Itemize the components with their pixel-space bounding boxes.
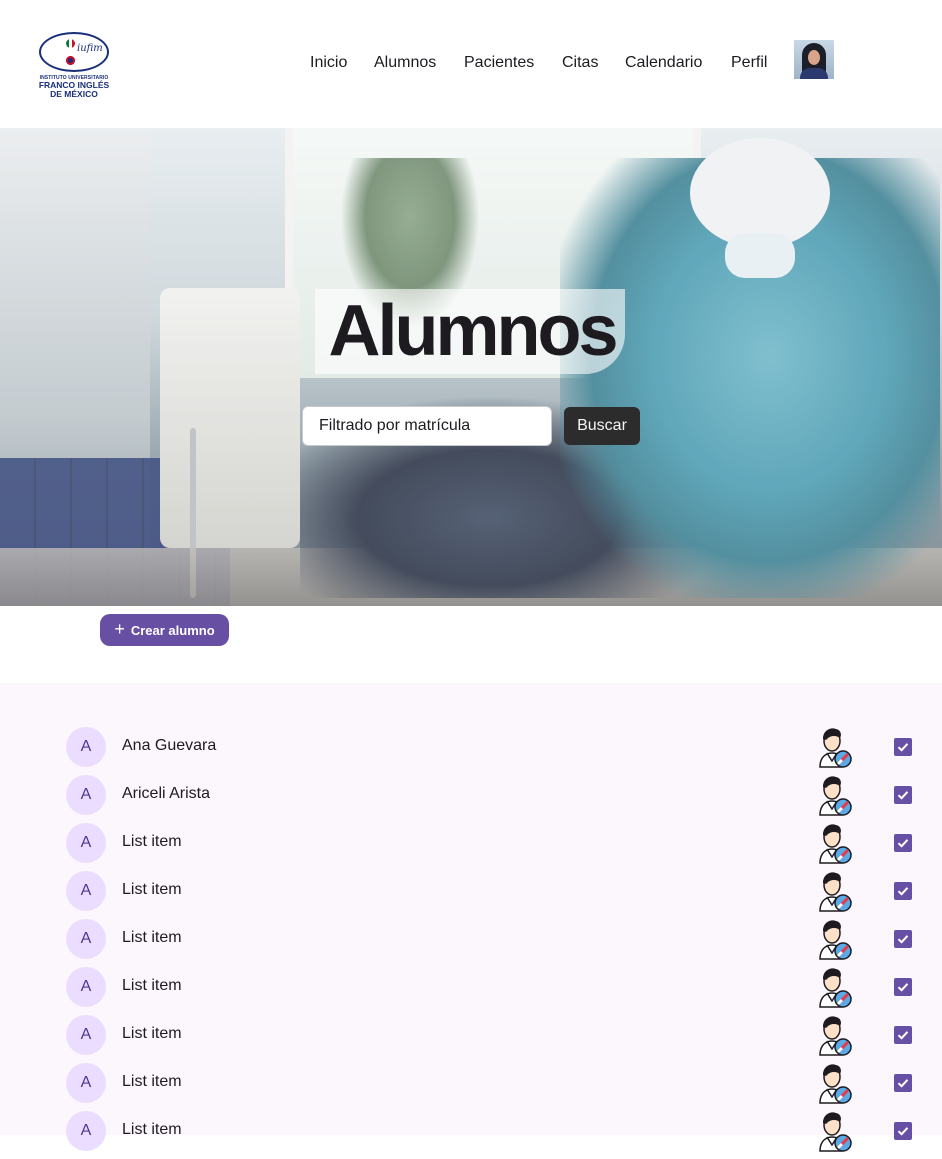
logo-script: iufim xyxy=(77,43,103,54)
check-icon xyxy=(897,935,909,944)
check-icon xyxy=(897,1127,909,1136)
list-item-avatar: A xyxy=(66,727,106,767)
list-item-checkbox[interactable] xyxy=(894,930,912,948)
nav-citas[interactable]: Citas xyxy=(562,54,598,72)
uk-flag-icon xyxy=(66,56,75,65)
list-item[interactable]: A List item xyxy=(0,871,942,919)
student-edit-icon[interactable] xyxy=(814,917,854,961)
student-edit-icon[interactable] xyxy=(814,869,854,913)
nav-perfil[interactable]: Perfil xyxy=(731,54,767,72)
student-edit-icon[interactable] xyxy=(814,965,854,1009)
list-item[interactable]: A List item xyxy=(0,1015,942,1063)
list-item-avatar: A xyxy=(66,871,106,911)
student-edit-icon[interactable] xyxy=(814,1061,854,1105)
student-edit-icon[interactable] xyxy=(814,1109,854,1153)
student-edit-icon[interactable] xyxy=(814,821,854,865)
create-student-button[interactable]: + Crear alumno xyxy=(100,614,229,646)
list-item-checkbox[interactable] xyxy=(894,1026,912,1044)
student-edit-icon[interactable] xyxy=(814,1013,854,1057)
mexico-flag-icon xyxy=(66,39,75,48)
check-icon xyxy=(897,839,909,848)
iufim-logo[interactable]: iufim INSTITUTO UNIVERSITARIO FRANCO ING… xyxy=(34,30,114,100)
logo-line-2: DE MÉXICO xyxy=(50,89,98,99)
search-input[interactable] xyxy=(302,406,552,446)
top-header: iufim INSTITUTO UNIVERSITARIO FRANCO ING… xyxy=(0,0,942,128)
nav-pacientes[interactable]: Pacientes xyxy=(464,54,534,72)
list-item-avatar: A xyxy=(66,1015,106,1055)
list-item-avatar: A xyxy=(66,1063,106,1103)
list-item-label: List item xyxy=(122,833,182,850)
student-edit-icon[interactable] xyxy=(814,725,854,769)
list-item-checkbox[interactable] xyxy=(894,882,912,900)
list-item[interactable]: A Ariceli Arista xyxy=(0,775,942,823)
user-avatar[interactable] xyxy=(794,40,834,79)
student-edit-icon[interactable] xyxy=(814,773,854,817)
list-item[interactable]: A List item xyxy=(0,919,942,967)
list-item[interactable]: A List item xyxy=(0,1111,942,1159)
list-item-label: Ariceli Arista xyxy=(122,785,211,802)
plus-icon: + xyxy=(114,619,125,639)
check-icon xyxy=(897,1079,909,1088)
list-item[interactable]: A List item xyxy=(0,1063,942,1111)
list-item-avatar: A xyxy=(66,967,106,1007)
logo-name: FRANCO INGLÉS DE MÉXICO xyxy=(34,81,114,99)
list-item-label: List item xyxy=(122,1073,182,1090)
list-item-label: List item xyxy=(122,881,182,898)
check-icon xyxy=(897,983,909,992)
check-icon xyxy=(897,887,909,896)
page-title: Alumnos xyxy=(328,291,618,371)
list-item-checkbox[interactable] xyxy=(894,738,912,756)
nav-alumnos[interactable]: Alumnos xyxy=(374,54,436,72)
list-item-label: List item xyxy=(122,1025,182,1042)
check-icon xyxy=(897,743,909,752)
check-icon xyxy=(897,1031,909,1040)
list-item[interactable]: A List item xyxy=(0,967,942,1015)
list-item[interactable]: A List item xyxy=(0,823,942,871)
list-item-label: List item xyxy=(122,1121,182,1138)
list-item-avatar: A xyxy=(66,775,106,815)
nav-calendario[interactable]: Calendario xyxy=(625,54,702,72)
nav-inicio[interactable]: Inicio xyxy=(310,54,347,72)
list-item-avatar: A xyxy=(66,1111,106,1151)
create-student-label: Crear alumno xyxy=(130,622,215,638)
list-item-checkbox[interactable] xyxy=(894,834,912,852)
list-item[interactable]: A Ana Guevara xyxy=(0,727,942,775)
list-item-label: Ana Guevara xyxy=(122,737,217,754)
list-item-avatar: A xyxy=(66,823,106,863)
list-item-avatar: A xyxy=(66,919,106,959)
list-item-checkbox[interactable] xyxy=(894,1074,912,1092)
list-item-checkbox[interactable] xyxy=(894,786,912,804)
check-icon xyxy=(897,791,909,800)
list-item-checkbox[interactable] xyxy=(894,978,912,996)
list-item-checkbox[interactable] xyxy=(894,1122,912,1140)
students-list: A Ana Guevara A Ariceli Arista A List it… xyxy=(0,683,942,1152)
list-item-label: List item xyxy=(122,929,182,946)
search-button[interactable]: Buscar xyxy=(564,407,640,445)
list-item-label: List item xyxy=(122,977,182,994)
logo-emblem: iufim xyxy=(39,32,109,72)
